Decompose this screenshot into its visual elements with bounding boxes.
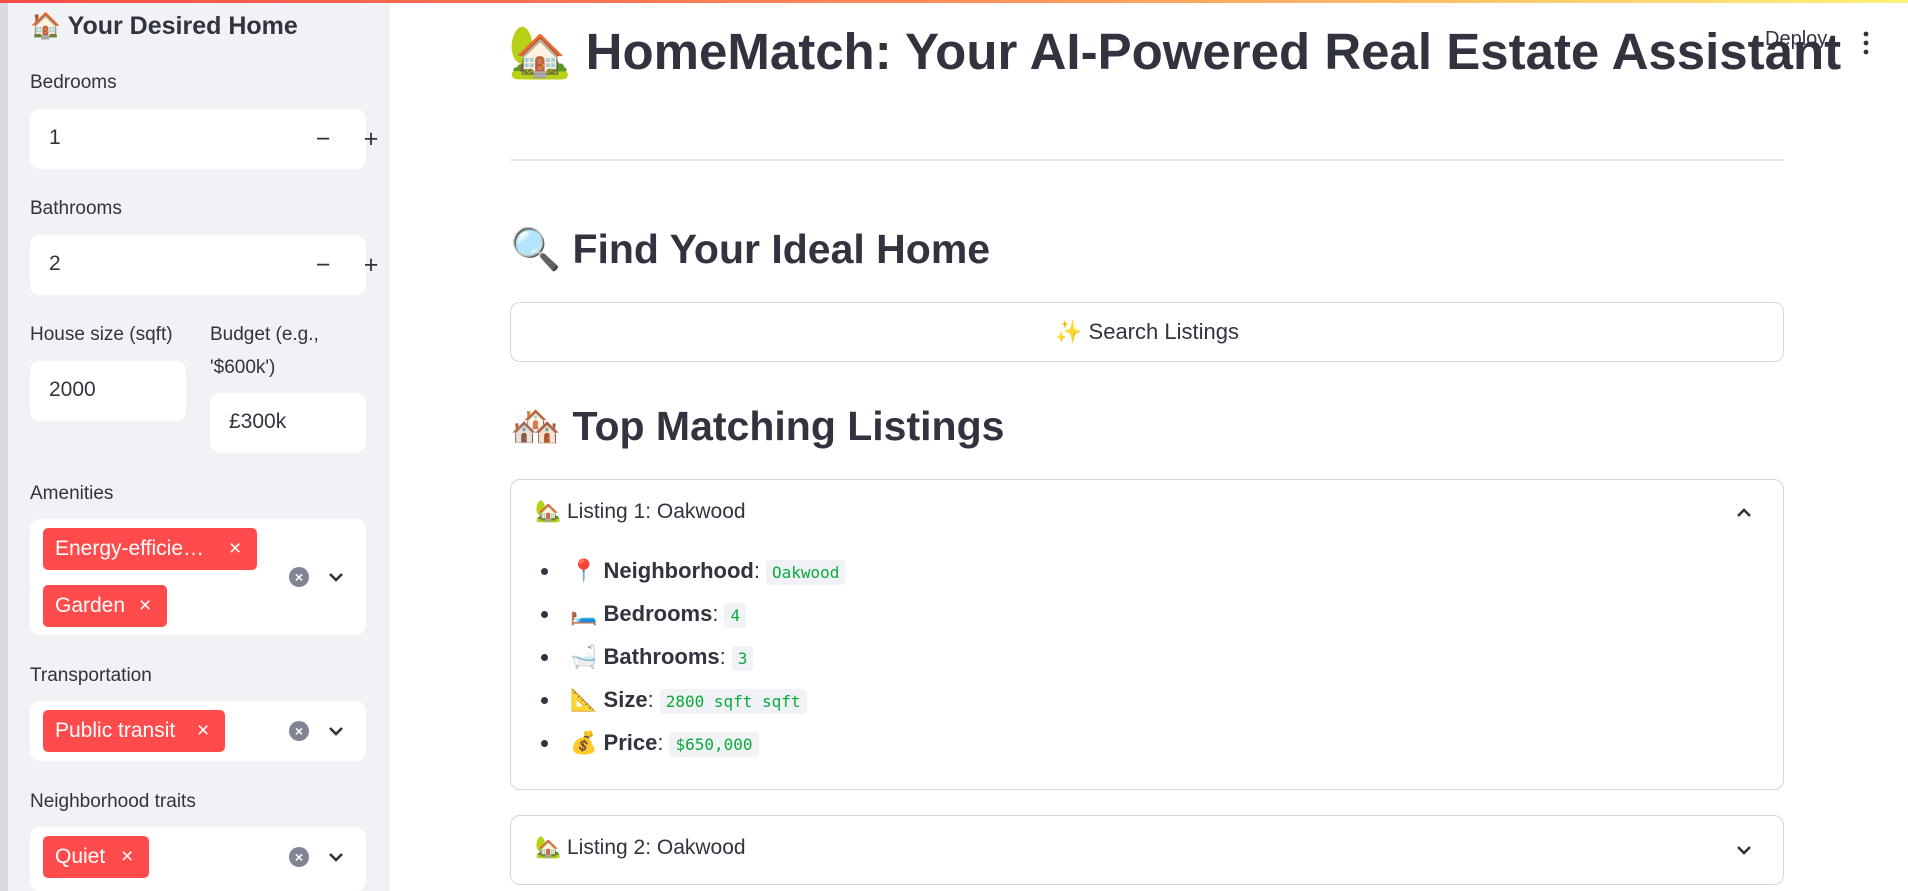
neighborhood-multiselect[interactable]: Quiet × ×	[30, 827, 366, 891]
search-listings-button[interactable]: ✨ Search Listings	[510, 302, 1784, 362]
page-title: 🏡 HomeMatch: Your AI-Powered Real Estate…	[508, 23, 1842, 80]
detail-value: Oakwood	[765, 560, 846, 585]
detail-value: 4	[724, 603, 747, 628]
bedrooms-decrement-button[interactable]: −	[305, 122, 341, 156]
money-bag-icon: 💰	[570, 730, 598, 755]
list-item: 🛁 Bathrooms: 3	[538, 639, 845, 682]
list-item: 💰 Price: $650,000	[538, 725, 845, 768]
amenity-tag-label: Energy-efficie…	[55, 537, 205, 560]
bedrooms-label: Bedrooms	[30, 72, 117, 93]
detail-value: 3	[731, 646, 754, 671]
detail-key: Price	[603, 730, 658, 755]
neighborhood-tag[interactable]: Quiet ×	[43, 836, 149, 878]
amenities-multiselect[interactable]: Energy-efficie… × Garden × ×	[30, 519, 366, 635]
bathrooms-value: 2	[49, 252, 61, 275]
house-size-input[interactable]: 2000	[30, 361, 186, 421]
bathrooms-increment-button[interactable]: +	[353, 248, 389, 282]
clear-all-icon[interactable]: ×	[289, 721, 309, 741]
transportation-tag-label: Public transit	[55, 719, 176, 742]
listing-2-title[interactable]: 🏡 Listing 2: Oakwood	[535, 836, 746, 860]
list-item: 🛏️ Bedrooms: 4	[538, 596, 845, 639]
bedrooms-value: 1	[49, 126, 61, 149]
sidebar: 🏠 Your Desired Home Bedrooms 1 − + Bathr…	[0, 0, 390, 891]
location-pin-icon: 📍	[570, 558, 598, 583]
detail-key: Neighborhood	[603, 558, 754, 583]
bedrooms-increment-button[interactable]: +	[353, 122, 389, 156]
bathtub-icon: 🛁	[570, 644, 598, 669]
neighborhood-tag-label: Quiet	[55, 845, 106, 868]
bathrooms-input[interactable]: 2 − +	[30, 235, 378, 295]
tag-remove-icon[interactable]: ×	[197, 710, 209, 752]
budget-input[interactable]: £300k	[210, 393, 366, 453]
detail-value: 2800 sqft sqft	[659, 689, 807, 714]
listing-2-expander[interactable]: 🏡 Listing 2: Oakwood	[510, 815, 1784, 885]
budget-value: £300k	[229, 410, 287, 433]
clear-all-icon[interactable]: ×	[289, 567, 309, 587]
clear-all-icon[interactable]: ×	[289, 847, 309, 867]
sidebar-scrollbar[interactable]	[0, 0, 8, 891]
tag-remove-icon[interactable]: ×	[229, 528, 241, 570]
chevron-down-icon[interactable]	[1733, 839, 1755, 861]
bathrooms-decrement-button[interactable]: −	[305, 248, 341, 282]
detail-key: Size	[603, 687, 648, 712]
neighborhood-traits-label: Neighborhood traits	[30, 791, 196, 812]
list-item: 📐 Size: 2800 sqft sqft	[538, 682, 845, 725]
amenities-label: Amenities	[30, 483, 114, 504]
amenity-tag[interactable]: Energy-efficie… ×	[43, 528, 257, 570]
ruler-icon: 📐	[570, 687, 598, 712]
transportation-label: Transportation	[30, 665, 152, 686]
transportation-tag[interactable]: Public transit ×	[43, 710, 225, 752]
bed-icon: 🛏️	[570, 601, 598, 626]
tag-remove-icon[interactable]: ×	[139, 585, 151, 627]
bedrooms-input[interactable]: 1 − +	[30, 109, 378, 169]
chevron-down-icon[interactable]	[325, 566, 347, 588]
chevron-up-icon[interactable]	[1733, 502, 1755, 524]
budget-label-line2: '$600k')	[210, 357, 276, 378]
amenity-tag[interactable]: Garden ×	[43, 585, 167, 627]
detail-key: Bedrooms	[603, 601, 713, 626]
list-item: 📍 Neighborhood: Oakwood	[538, 553, 846, 596]
detail-key: Bathrooms	[603, 644, 720, 669]
chevron-down-icon[interactable]	[325, 720, 347, 742]
house-size-label: House size (sqft)	[30, 324, 173, 345]
budget-label-line1: Budget (e.g.,	[210, 324, 319, 345]
find-home-heading: 🔍 Find Your Ideal Home	[510, 226, 991, 272]
listing-1-title[interactable]: 🏡 Listing 1: Oakwood	[535, 500, 746, 524]
divider	[510, 159, 1784, 161]
transportation-multiselect[interactable]: Public transit × ×	[30, 701, 366, 761]
top-accent-bar	[0, 0, 1908, 3]
listing-1-details: 📍 Neighborhood: Oakwood 🛏️ Bedrooms: 4 🛁 B…	[538, 553, 846, 768]
top-listings-heading: 🏘️ Top Matching Listings	[510, 403, 1005, 449]
house-size-value: 2000	[49, 378, 96, 401]
bathrooms-label: Bathrooms	[30, 198, 122, 219]
more-options-icon[interactable]	[1856, 30, 1876, 56]
sidebar-title: 🏠 Your Desired Home	[30, 12, 298, 40]
tag-remove-icon[interactable]: ×	[121, 836, 133, 878]
amenity-tag-label: Garden	[55, 594, 126, 617]
detail-value: $650,000	[669, 732, 759, 757]
chevron-down-icon[interactable]	[325, 846, 347, 868]
